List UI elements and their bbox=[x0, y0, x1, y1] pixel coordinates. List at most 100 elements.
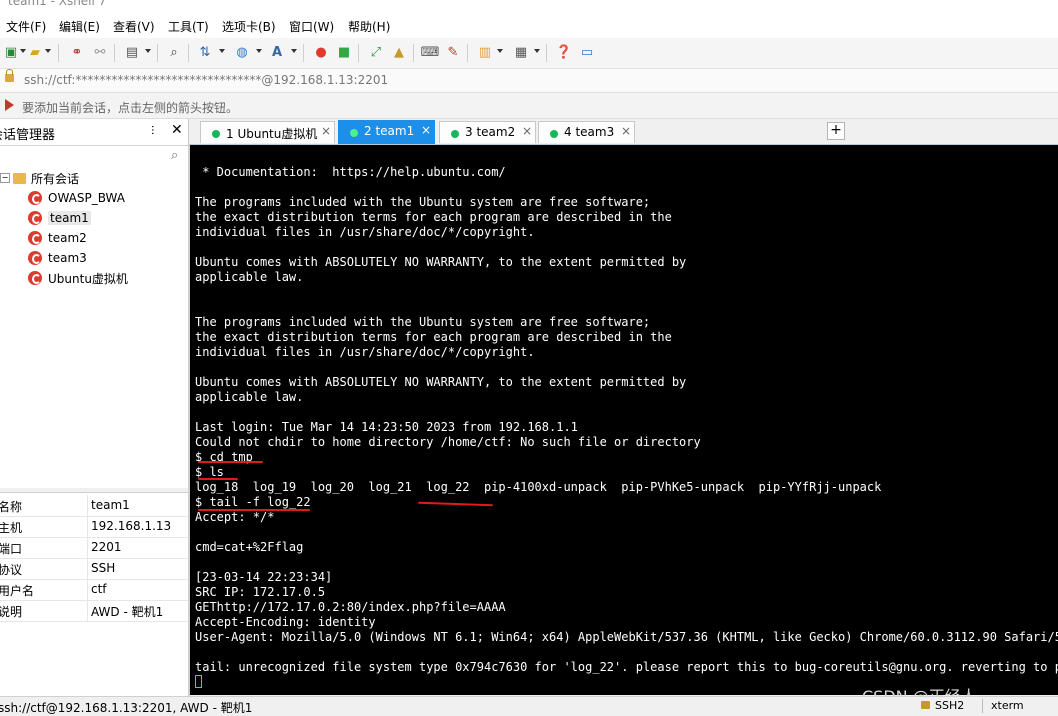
tab-label: 1 Ubuntu虚拟机 bbox=[226, 127, 318, 141]
menu-view[interactable]: 查看(V) bbox=[113, 18, 155, 35]
open-folder-icon[interactable]: ▰ bbox=[26, 44, 44, 62]
terminal-line: User-Agent: Mozilla/5.0 (Windows NT 6.1;… bbox=[195, 630, 1058, 644]
property-row: 端口 2201 bbox=[0, 537, 188, 559]
menu-edit[interactable]: 编辑(E) bbox=[59, 18, 100, 35]
terminal[interactable]: * Documentation: https://help.ubuntu.com… bbox=[190, 145, 1058, 695]
tab-team3[interactable]: 4 team3 × bbox=[538, 121, 635, 143]
menu-tools[interactable]: 工具(T) bbox=[168, 18, 209, 35]
session-label: OWASP_BWA bbox=[48, 191, 125, 205]
close-icon[interactable]: ✕ bbox=[171, 122, 183, 138]
new-session-icon[interactable]: ▣ bbox=[2, 44, 20, 62]
xshell-icon[interactable]: ● bbox=[312, 44, 330, 62]
toolbar: ▣ ▰ ⚭ ⚯ ▤ ⌕ ⇅ ◍ A ● ■ ⤢ ▲ ⌨ ✎ ▥ ▦ ❓ ▭ bbox=[0, 38, 1058, 69]
annotation-underline bbox=[417, 501, 494, 507]
session-item-team3[interactable]: team3 bbox=[28, 249, 87, 267]
tree-root[interactable]: − 所有会话 bbox=[0, 169, 79, 187]
menu-help[interactable]: 帮助(H) bbox=[348, 18, 390, 35]
session-icon bbox=[28, 191, 42, 205]
session-item-ubuntu[interactable]: Ubuntu虚拟机 bbox=[28, 269, 128, 287]
terminal-line: [23-03-14 22:23:34] bbox=[195, 570, 333, 584]
tab-label: 2 team1 bbox=[364, 124, 415, 138]
session-manager-header: 会话管理器 ⵗ ✕ bbox=[0, 119, 188, 146]
menu-tabs[interactable]: 选项卡(B) bbox=[222, 18, 276, 35]
status-dot bbox=[350, 129, 358, 137]
terminal-line: applicable law. bbox=[195, 270, 304, 284]
terminal-line: applicable law. bbox=[195, 390, 304, 404]
tab-team2[interactable]: 3 team2 × bbox=[439, 121, 536, 143]
menu-file[interactable]: 文件(F) bbox=[6, 18, 46, 35]
property-value: 192.168.1.13 bbox=[91, 519, 172, 533]
property-value: SSH bbox=[91, 561, 116, 575]
tab-close-icon[interactable]: × bbox=[421, 123, 431, 137]
terminal-line: GEThttp://172.17.0.2:80/index.php?file=A… bbox=[195, 600, 506, 614]
hint-bar: 要添加当前会话，点击左侧的箭头按钮。 bbox=[0, 93, 1058, 119]
terminal-line: Accept-Encoding: identity bbox=[195, 615, 376, 629]
transfer-icon[interactable]: ⇅ bbox=[196, 44, 214, 62]
tab-ubuntu[interactable]: 1 Ubuntu虚拟机 × bbox=[200, 121, 335, 143]
terminal-line: the exact distribution terms for each pr… bbox=[195, 210, 672, 224]
terminal-line: Ubuntu comes with ABSOLUTELY NO WARRANTY… bbox=[195, 375, 687, 389]
highlight-icon[interactable]: ✎ bbox=[444, 44, 462, 62]
globe-icon[interactable]: ◍ bbox=[233, 44, 251, 62]
terminal-line: tail: unrecognized file system type 0x79… bbox=[195, 660, 1058, 674]
terminal-line: cmd=cat+%2Fflag bbox=[195, 540, 304, 554]
lock-icon[interactable]: ▲ bbox=[390, 44, 408, 62]
connect-icon[interactable]: ⚭ bbox=[68, 44, 86, 62]
chat-icon[interactable]: ▭ bbox=[578, 44, 596, 62]
session-properties-icon[interactable]: ▤ bbox=[123, 44, 141, 62]
status-dot bbox=[451, 130, 459, 138]
property-row: 协议 SSH bbox=[0, 558, 188, 580]
terminal-line: * Documentation: https://help.ubuntu.com… bbox=[195, 165, 506, 179]
terminal-line: $ tail -f log_22 bbox=[195, 495, 311, 509]
arrow-icon[interactable] bbox=[5, 99, 14, 111]
property-row: 主机 192.168.1.13 bbox=[0, 516, 188, 538]
address-bar[interactable]: ssh://ctf:******************************… bbox=[0, 69, 1058, 93]
property-key: 协议 bbox=[0, 563, 23, 577]
session-item-team1[interactable]: team1 bbox=[28, 209, 91, 227]
terminal-line: Could not chdir to home directory /home/… bbox=[195, 435, 701, 449]
help-icon[interactable]: ❓ bbox=[555, 44, 573, 62]
status-dot bbox=[212, 130, 220, 138]
session-icon bbox=[28, 231, 42, 245]
tab-label: 4 team3 bbox=[564, 125, 615, 139]
session-label: Ubuntu虚拟机 bbox=[48, 271, 128, 286]
address-text[interactable]: ssh://ctf:******************************… bbox=[24, 73, 388, 87]
disconnect-icon[interactable]: ⚯ bbox=[91, 44, 109, 62]
xftp-icon[interactable]: ■ bbox=[335, 44, 353, 62]
session-search[interactable]: ⌕ bbox=[0, 146, 188, 169]
property-row: 用户名 ctf bbox=[0, 579, 188, 601]
terminal-line: individual files in /usr/share/doc/*/cop… bbox=[195, 225, 535, 239]
session-icon bbox=[28, 271, 42, 285]
session-item-owasp-bwa[interactable]: OWASP_BWA bbox=[28, 189, 125, 207]
folder-icon bbox=[13, 172, 26, 184]
status-dot bbox=[550, 130, 558, 138]
find-icon[interactable]: ⌕ bbox=[165, 44, 183, 62]
session-item-team2[interactable]: team2 bbox=[28, 229, 87, 247]
keyboard-icon[interactable]: ⌨ bbox=[421, 44, 440, 62]
tab-close-icon[interactable]: × bbox=[621, 124, 631, 138]
lock-icon bbox=[5, 69, 14, 82]
pin-icon[interactable]: ⵗ bbox=[151, 124, 155, 137]
add-tab-button[interactable]: + bbox=[827, 122, 845, 140]
collapse-icon[interactable]: − bbox=[0, 173, 10, 183]
tab-close-icon[interactable]: × bbox=[522, 124, 532, 138]
terminal-line: Ubuntu comes with ABSOLUTELY NO WARRANTY… bbox=[195, 255, 687, 269]
fullscreen-icon[interactable]: ⤢ bbox=[367, 44, 385, 62]
annotation-underline bbox=[198, 478, 238, 480]
property-key: 用户名 bbox=[0, 584, 35, 598]
tab-bar: 1 Ubuntu虚拟机 × 2 team1 × 3 team2 × 4 team… bbox=[189, 119, 1058, 145]
tab-label: 3 team2 bbox=[465, 125, 516, 139]
property-value: 2201 bbox=[91, 540, 122, 554]
font-icon[interactable]: A bbox=[268, 44, 286, 62]
property-row: 名称 team1 bbox=[0, 495, 188, 517]
tree-root-label: 所有会话 bbox=[31, 171, 80, 186]
menu-window[interactable]: 窗口(W) bbox=[289, 18, 334, 35]
layout-icon[interactable]: ▦ bbox=[512, 44, 530, 62]
tab-team1[interactable]: 2 team1 × bbox=[338, 120, 435, 144]
tab-close-icon[interactable]: × bbox=[321, 124, 331, 138]
property-value: team1 bbox=[91, 498, 130, 512]
new-tab-icon[interactable]: ▥ bbox=[476, 44, 494, 62]
property-value: AWD - 靶机1 bbox=[91, 605, 164, 619]
search-icon[interactable]: ⌕ bbox=[171, 148, 178, 163]
terminal-line: Last login: Tue Mar 14 14:23:50 2023 fro… bbox=[195, 420, 578, 434]
